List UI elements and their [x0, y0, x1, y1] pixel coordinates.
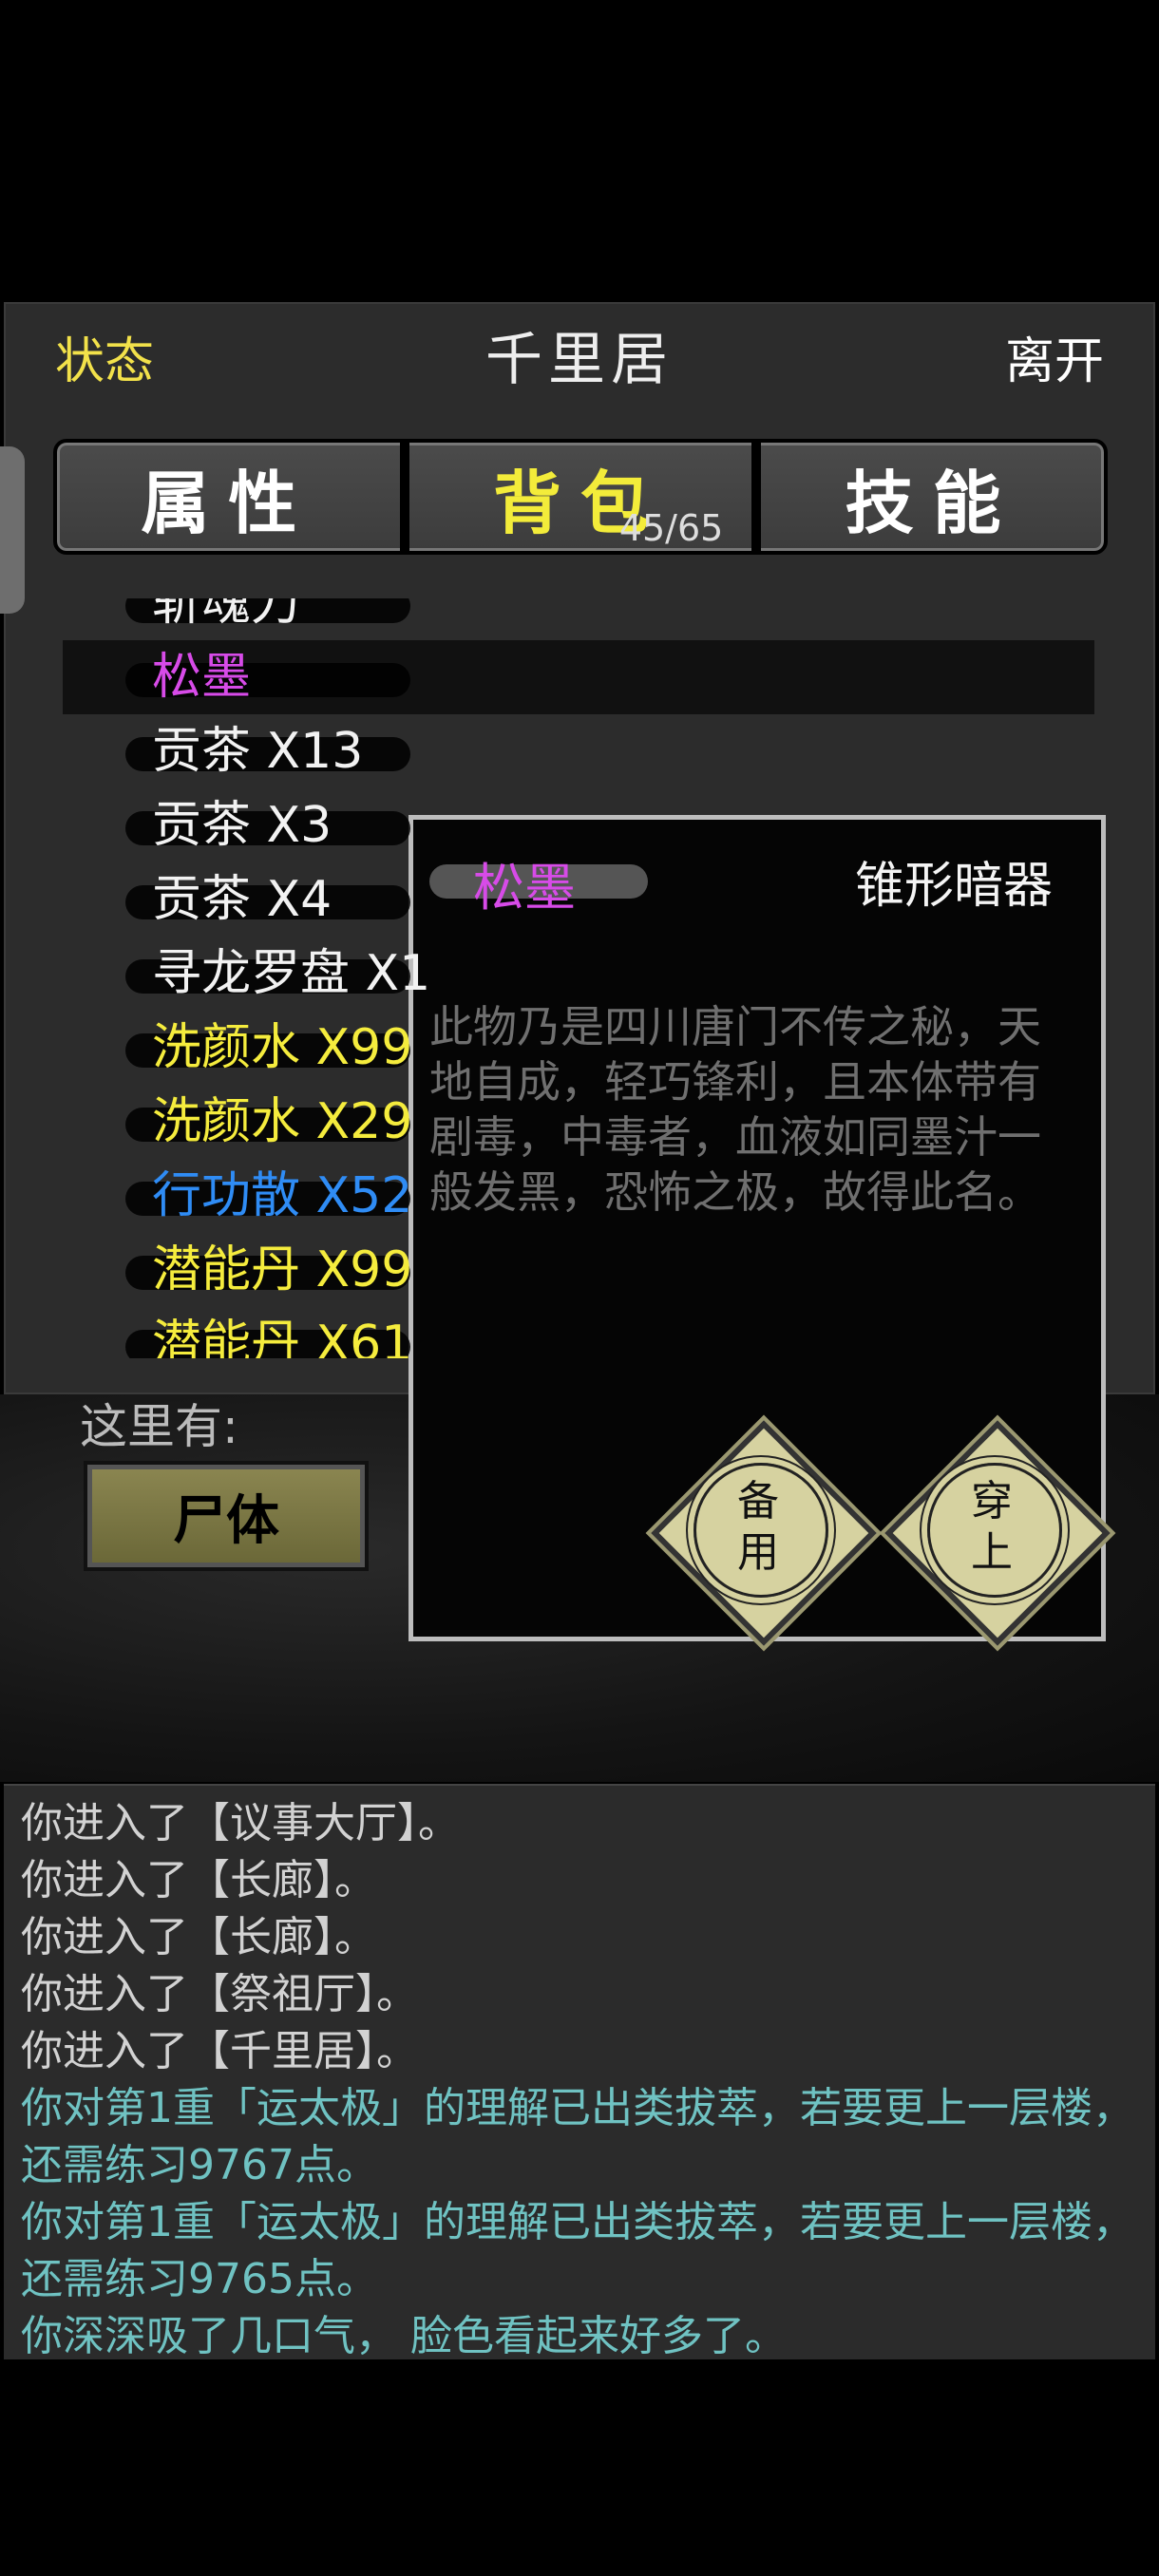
inventory-item-label: 贡茶 X3 — [152, 797, 332, 854]
inventory-item-label: 洗颜水 X99 — [152, 1019, 413, 1076]
log-line: 你进入了【千里居】。 — [21, 2027, 418, 2075]
item-description: 此物乃是四川唐门不传之秘，天地自成，轻巧锋利，且本体带有剧毒，中毒者，血液如同墨… — [429, 1001, 1041, 1218]
tab-bag[interactable]: 背包 45/65 — [399, 443, 752, 551]
inventory-item[interactable]: 贡茶 X13 — [63, 714, 1094, 788]
inventory-item-label: 斩魂刀 — [152, 598, 301, 632]
log-line: 你进入了【长廊】。 — [21, 1856, 376, 1904]
item-name: 松墨 — [473, 858, 576, 918]
log-line: 你深深吸了几口气， 脸色看起来好多了。 — [21, 2312, 787, 2360]
leave-button[interactable]: 离开 — [1005, 321, 1104, 392]
tab-skills-label: 技能 — [845, 463, 1020, 543]
inventory-item[interactable]: 斩魂刀 — [63, 598, 1094, 640]
log-line: 你进入了【祭祖厅】。 — [21, 1970, 418, 2018]
message-log[interactable]: 你进入了【议事大厅】。 你进入了【长廊】。 你进入了【长廊】。 你进入了【祭祖厅】。你… — [4, 1784, 1155, 2360]
inventory-item-label: 潜能丹 X61 — [152, 1316, 413, 1358]
log-line: 你进入了【长廊】。 — [21, 1913, 376, 1961]
bag-capacity: 45/65 — [618, 507, 724, 549]
tab-bar: 属性 背包 45/65 技能 — [53, 439, 1108, 555]
inventory-item[interactable]: 松墨 — [63, 640, 1094, 714]
inventory-item-label: 行功散 X52 — [152, 1167, 413, 1224]
spare-button-label: 备用 — [737, 1477, 779, 1577]
item-type: 锥形暗器 — [854, 858, 1053, 915]
inventory-item-label: 寻龙罗盘 X1 — [152, 945, 431, 1002]
inventory-item-label: 洗颜水 X29 — [152, 1093, 413, 1150]
here-label: 这里有: — [80, 1399, 238, 1454]
tab-attributes-label: 属性 — [141, 463, 316, 543]
tab-skills[interactable]: 技能 — [751, 443, 1104, 551]
npc-label: 尸体 — [173, 1489, 279, 1552]
tab-attributes[interactable]: 属性 — [57, 443, 400, 551]
inventory-item-label: 贡茶 X13 — [152, 723, 364, 780]
inventory-item-label: 潜能丹 X99 — [152, 1241, 413, 1298]
wear-button-label: 穿上 — [971, 1477, 1013, 1577]
room-title: 千里居 — [485, 327, 674, 393]
side-drawer-handle[interactable] — [0, 446, 25, 614]
log-line: 你进入了【议事大厅】。 — [21, 1799, 460, 1847]
inventory-item-label: 贡茶 X4 — [152, 871, 332, 928]
wear-button[interactable]: 穿上 — [884, 1420, 1111, 1646]
spare-button[interactable]: 备用 — [651, 1420, 877, 1646]
inventory-item-label: 松墨 — [152, 649, 252, 706]
log-line: 你对第1重「运太极」的理解已出类拔萃，若要更上一层楼，还需练习9765点。 — [21, 2198, 1134, 2303]
log-line: 你对第1重「运太极」的理解已出类拔萃，若要更上一层楼，还需练习9767点。 — [21, 2084, 1134, 2189]
npc-button-corpse[interactable]: 尸体 — [84, 1461, 369, 1571]
